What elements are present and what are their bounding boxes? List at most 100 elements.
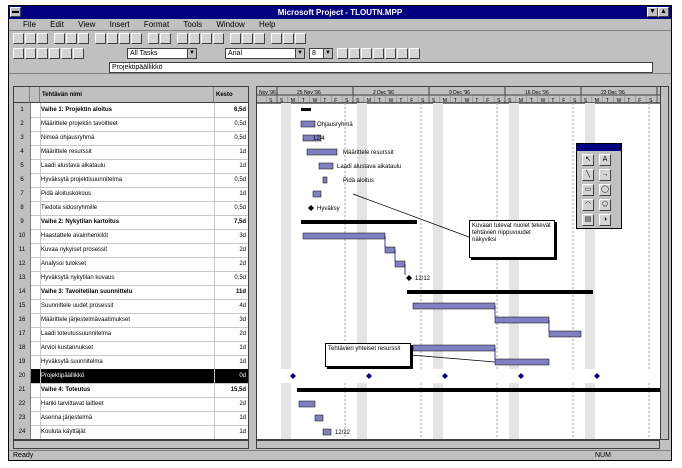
duration-cell[interactable]: 0,5d	[214, 271, 248, 285]
task-name-cell[interactable]: Arvioi kustannukset	[41, 341, 213, 355]
table-row[interactable]: 17 Laadi toteutussuunnitelma 2d	[14, 327, 248, 342]
table-row[interactable]: 24 Kouluta käyttäjät 1d	[14, 425, 248, 439]
duration-cell[interactable]: 1d	[214, 411, 248, 425]
duration-cell[interactable]: 4d	[214, 299, 248, 313]
duration-cell[interactable]: 1d	[214, 341, 248, 355]
paste-button[interactable]	[119, 33, 130, 44]
task-name-cell[interactable]: Vaihe 3: Tavoitetilan suunnittelu	[41, 285, 213, 299]
table-row[interactable]: 12 Analysoi tulokset 2d	[14, 257, 248, 272]
callout-dependencies[interactable]: Kuvaan tulevat nuolet tekevät tehtävien …	[469, 220, 555, 258]
row-id[interactable]: 1	[14, 103, 31, 117]
notes-button[interactable]	[213, 33, 224, 44]
gantt-vertical-scrollbar[interactable]	[660, 86, 669, 440]
spell-button[interactable]	[78, 33, 89, 44]
cycle-fill-icon[interactable]: ◑	[599, 214, 611, 226]
task-name-cell[interactable]: Asenna järjestelmä	[41, 411, 213, 425]
show-all-button[interactable]	[61, 48, 72, 59]
task-name-cell[interactable]: Analysoi tulokset	[41, 257, 213, 271]
row-id[interactable]: 21	[14, 383, 31, 397]
callout-shared-resources[interactable]: Tehtävien yhteiset resurssit	[325, 343, 411, 367]
gantt-wizard-button[interactable]	[409, 48, 420, 59]
duration-cell[interactable]: 2d	[214, 327, 248, 341]
copy-button[interactable]	[107, 33, 118, 44]
row-id[interactable]: 8	[14, 201, 31, 215]
menu-help[interactable]: Help	[253, 19, 281, 30]
task-name-cell[interactable]: Vaihe 4: Toteutus	[41, 383, 213, 397]
menu-insert[interactable]: Insert	[104, 19, 136, 30]
row-id[interactable]: 23	[14, 411, 31, 425]
task-name-cell[interactable]: Kouluta käyttäjät	[41, 425, 213, 439]
menu-file[interactable]: File	[9, 19, 42, 30]
table-row[interactable]: 7 Pidä aloituskokous 1d	[14, 187, 248, 202]
row-id[interactable]: 2	[14, 117, 31, 131]
task-name-cell[interactable]: Haastattele avainhenkilöt	[41, 229, 213, 243]
table-row[interactable]: 4 Määrittele resurssit 1d	[14, 145, 248, 160]
bold-button[interactable]	[337, 48, 348, 59]
maximize-button[interactable]: ▲	[658, 7, 669, 17]
menu-view[interactable]: View	[72, 19, 101, 30]
row-id[interactable]: 17	[14, 327, 31, 341]
resource-button[interactable]	[230, 33, 241, 44]
row-id[interactable]: 11	[14, 243, 31, 257]
filter-wizard-button[interactable]	[73, 48, 84, 59]
info-button[interactable]	[201, 33, 212, 44]
duration-cell[interactable]: 2d	[214, 397, 248, 411]
table-row[interactable]: 14 Vaihe 3: Tavoitetilan suunnittelu 11d	[14, 285, 248, 300]
outdent-button[interactable]	[13, 48, 24, 59]
duration-cell[interactable]: 7,5d	[214, 215, 248, 229]
text-icon[interactable]: A	[599, 154, 611, 166]
row-id[interactable]: 12	[14, 257, 31, 271]
ellipse-icon[interactable]: ◯	[599, 184, 611, 196]
table-row[interactable]: 9 Vaihe 2: Nykytilan kartoitus 7,5d	[14, 215, 248, 230]
menu-edit[interactable]: Edit	[44, 19, 70, 30]
polygon-icon[interactable]: ⬠	[599, 199, 611, 211]
help-button[interactable]	[295, 33, 306, 44]
task-name-cell[interactable]: Tiedota sidosryhmille	[41, 201, 213, 215]
menu-window[interactable]: Window	[210, 19, 250, 30]
indent-button[interactable]	[25, 48, 36, 59]
table-row[interactable]: 1 Vaihe 1: Projektin aloitus 6,5d	[14, 103, 248, 118]
row-id[interactable]: 6	[14, 173, 31, 187]
task-name-cell[interactable]: Hyväksytä suunnitelma	[41, 355, 213, 369]
duration-cell[interactable]: 0,5d	[214, 201, 248, 215]
font-combo[interactable]: Arial ▼	[225, 48, 305, 59]
row-id[interactable]: 9	[14, 215, 31, 229]
task-name-cell[interactable]: Projektipäällikkö	[41, 369, 213, 383]
palette-title-bar[interactable]	[577, 144, 621, 151]
unlink-button[interactable]	[177, 33, 188, 44]
duration-cell[interactable]: 1d	[214, 145, 248, 159]
table-row[interactable]: 3 Nimeä ohjausryhmä 0,5d	[14, 131, 248, 146]
duration-cell[interactable]: 11d	[214, 285, 248, 299]
format-painter-button[interactable]	[131, 33, 142, 44]
link-button[interactable]	[160, 33, 171, 44]
duration-cell[interactable]: 15,5d	[214, 383, 248, 397]
undo-button[interactable]	[148, 33, 159, 44]
zoom-out-button[interactable]	[254, 33, 265, 44]
line-icon[interactable]: ╲	[582, 169, 594, 181]
menu-format[interactable]: Format	[138, 19, 175, 30]
row-id[interactable]: 15	[14, 299, 31, 313]
duration-header[interactable]: Kesto	[214, 87, 248, 103]
duration-cell[interactable]: 0,5d	[214, 173, 248, 187]
task-name-cell[interactable]: Vaihe 1: Projektin aloitus	[41, 103, 213, 117]
task-name-header[interactable]: Tehtävän nimi	[40, 87, 214, 103]
row-id[interactable]: 13	[14, 271, 31, 285]
sheet-horizontal-scrollbar[interactable]	[13, 440, 249, 449]
table-row[interactable]: 11 Kuvaa nykyiset prosessit 2d	[14, 243, 248, 258]
goto-button[interactable]	[271, 33, 282, 44]
align-center-button[interactable]	[385, 48, 396, 59]
task-name-cell[interactable]: Vaihe 2: Nykytilan kartoitus	[41, 215, 213, 229]
task-name-cell[interactable]: Laadi alustava aikataulu	[41, 159, 213, 173]
font-size-combo[interactable]: 8 ▼	[309, 48, 333, 59]
minimize-button[interactable]: ▼	[647, 7, 658, 17]
menu-tools[interactable]: Tools	[177, 19, 208, 30]
control-menu-icon[interactable]: ▬	[10, 7, 21, 17]
table-row[interactable]: 15 Suunnittele uudet prosessit 4d	[14, 299, 248, 314]
table-row[interactable]: 6 Hyväksytä projektisuunnitelma 0,5d	[14, 173, 248, 188]
table-row[interactable]: 8 Tiedota sidosryhmille 0,5d	[14, 201, 248, 216]
align-left-button[interactable]	[373, 48, 384, 59]
wizard-button[interactable]	[283, 33, 294, 44]
table-row[interactable]: 13 Hyväksytä nykytilan kuvaus 0,5d	[14, 271, 248, 286]
duration-cell[interactable]: 1d	[214, 355, 248, 369]
preview-button[interactable]	[66, 33, 77, 44]
